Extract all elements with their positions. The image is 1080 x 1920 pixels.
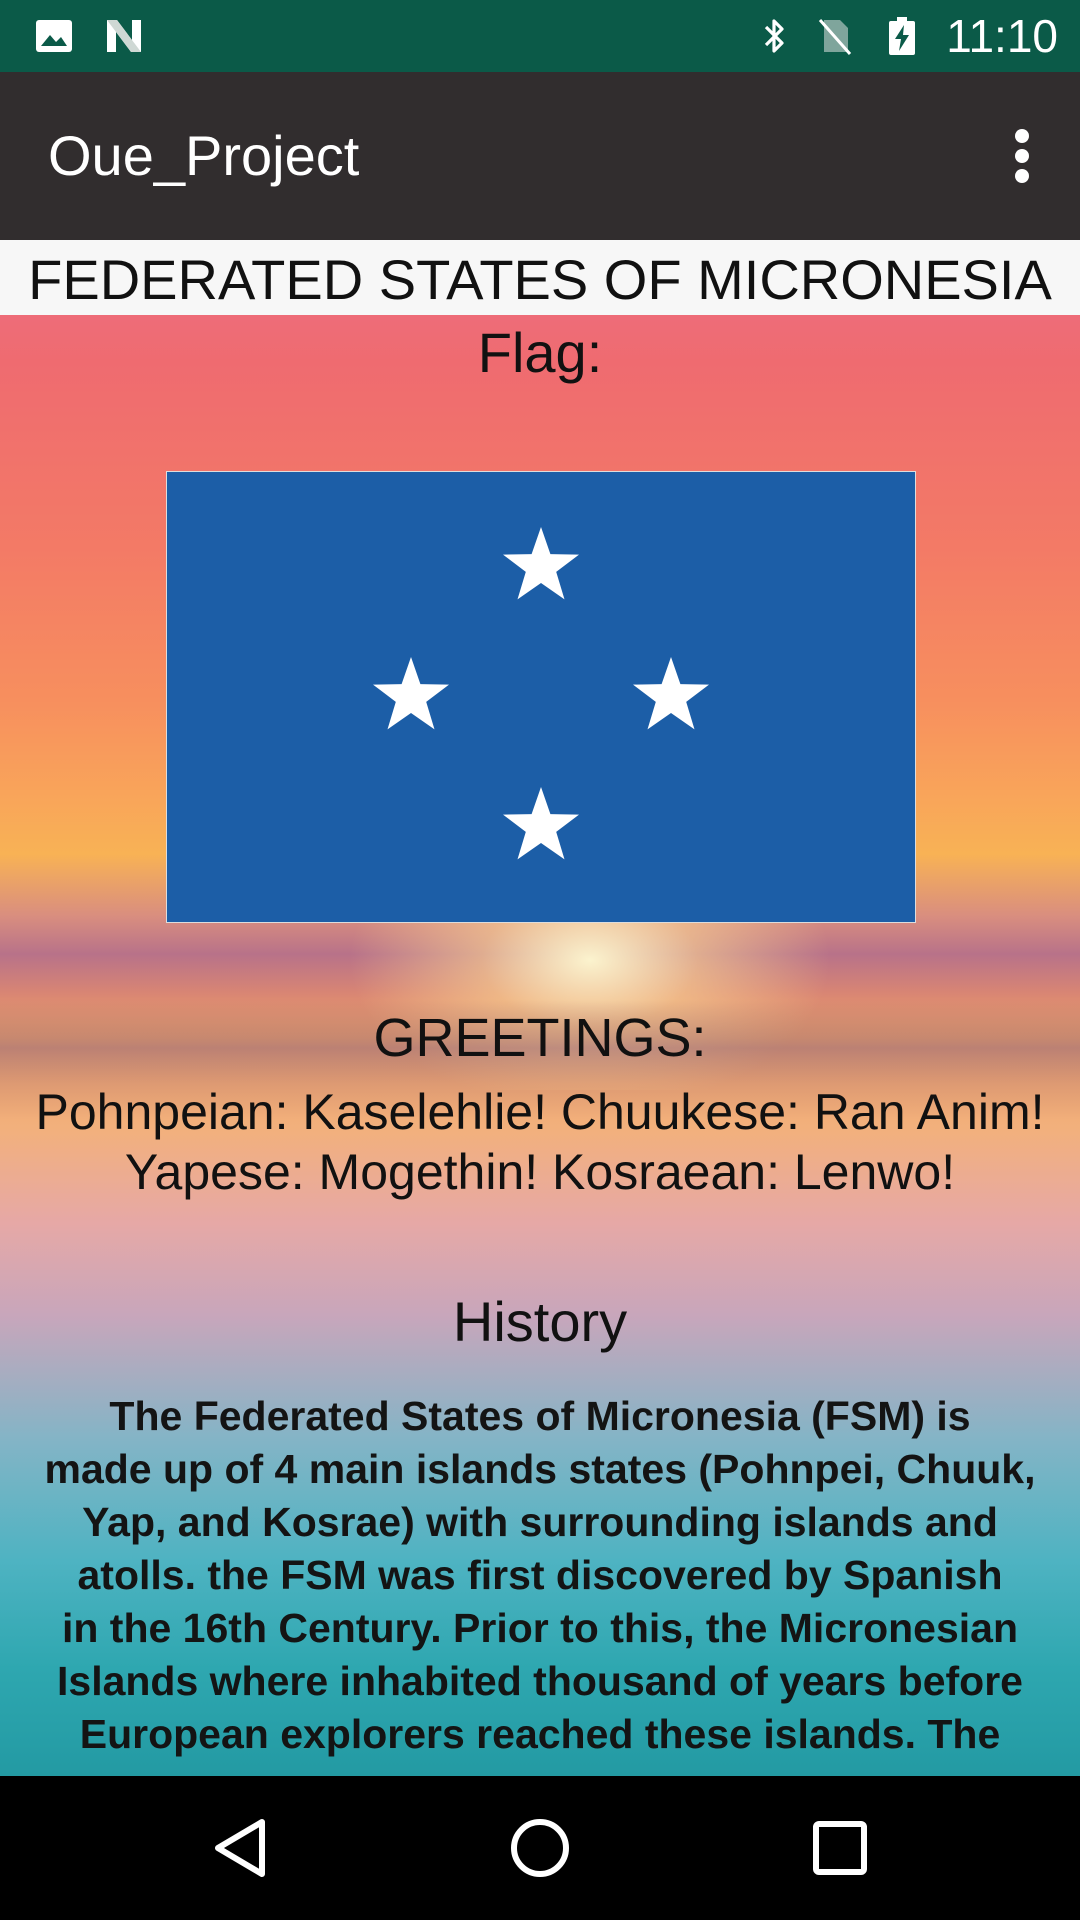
greetings-line: Pohnpeian: Kaselehlie! Chuukese: Ran Ani…	[35, 1084, 1045, 1140]
history-line: atolls. the FSM was first discovered by …	[77, 1552, 1003, 1598]
flag-label: Flag:	[477, 321, 603, 384]
history-line: made up of 4 main islands states (Pohnpe…	[44, 1446, 1036, 1492]
history-line: The Federated States of Micronesia (FSM)…	[109, 1393, 971, 1439]
content-scroll-area[interactable]: FEDERATED STATES OF MICRONESIA Flag: GRE…	[0, 240, 1080, 1776]
history-line: in the 16th Century. Prior to this, the …	[61, 1605, 1019, 1651]
back-triangle-icon[interactable]	[200, 1808, 280, 1888]
more-vertical-icon[interactable]	[992, 124, 1052, 188]
recents-square-icon[interactable]	[800, 1808, 880, 1888]
home-circle-icon[interactable]	[500, 1808, 580, 1888]
status-bar: 11:10	[0, 0, 1080, 72]
image-icon	[36, 20, 72, 52]
battery-charging-icon	[889, 17, 915, 55]
history-text: The Federated States of Micronesia (FSM)…	[22, 1390, 1058, 1761]
greetings-line: Yapese: Mogethin! Kosraean: Lenwo!	[124, 1144, 956, 1200]
app-title: Oue_Project	[48, 124, 360, 187]
bluetooth-icon	[764, 19, 784, 53]
history-title: History	[452, 1290, 628, 1353]
history-line: Islands where inhabited thousand of year…	[57, 1658, 1023, 1704]
n-logo-icon	[107, 20, 141, 52]
no-sim-icon	[818, 19, 852, 55]
history-line: Yap, and Kosrae) with surrounding island…	[82, 1499, 998, 1545]
history-line: European explorers reached these islands…	[79, 1711, 1001, 1757]
greetings-title: GREETINGS:	[373, 1008, 707, 1068]
greetings-text: Pohnpeian: Kaselehlie! Chuukese: Ran Ani…	[0, 1082, 1080, 1202]
country-name-header: FEDERATED STATES OF MICRONESIA	[0, 240, 1080, 315]
app-bar: Oue_Project	[0, 72, 1080, 240]
navigation-bar	[0, 1776, 1080, 1920]
micronesia-flag-image	[166, 471, 916, 923]
status-time: 11:10	[946, 10, 1058, 62]
